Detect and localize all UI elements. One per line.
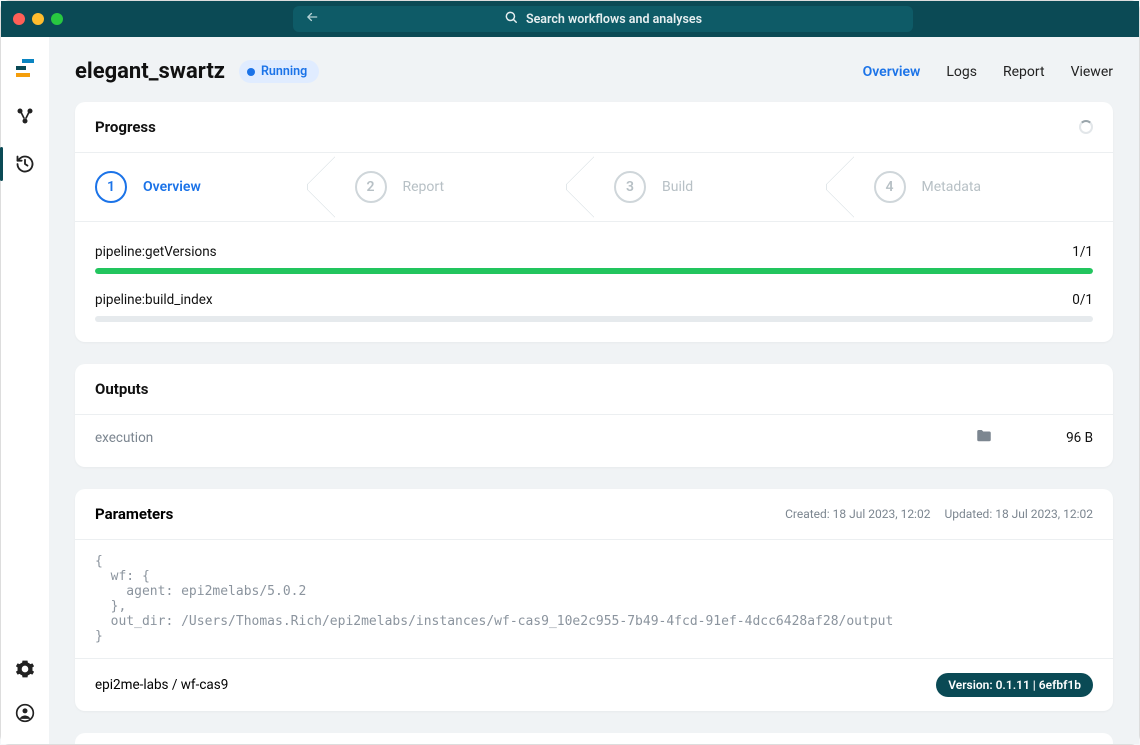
step-build[interactable]: 3 Build — [594, 153, 854, 221]
progress-bar — [95, 268, 1093, 274]
step-overview[interactable]: 1 Overview — [75, 153, 335, 221]
search-placeholder: Search workflows and analyses — [526, 12, 702, 27]
step-number: 1 — [95, 171, 127, 203]
close-window-button[interactable] — [13, 13, 25, 25]
output-row[interactable]: execution 96 B — [95, 427, 1093, 449]
parameters-updated: Updated: 18 Jul 2023, 12:02 — [944, 507, 1093, 521]
progress-bar — [95, 316, 1093, 322]
step-number: 3 — [614, 171, 646, 203]
step-label: Report — [403, 179, 445, 195]
version-badge: Version: 0.1.11 | 6efbf1b — [936, 673, 1093, 697]
user-icon — [15, 703, 35, 723]
sidebar-item-history[interactable] — [14, 153, 36, 175]
page-title: elegant_swartz — [75, 59, 225, 84]
progress-row: pipeline:build_index 0/1 — [95, 292, 1093, 322]
step-label: Build — [662, 179, 693, 195]
page-header: elegant_swartz Running Overview Logs Rep… — [75, 59, 1113, 84]
gear-icon — [15, 659, 35, 679]
sidebar — [1, 37, 49, 744]
parameters-card: Parameters Created: 18 Jul 2023, 12:02 U… — [75, 489, 1113, 711]
network-icon — [15, 106, 35, 126]
task-count: 0/1 — [1072, 292, 1093, 308]
sidebar-item-account[interactable] — [14, 702, 36, 724]
maximize-window-button[interactable] — [51, 13, 63, 25]
step-report[interactable]: 2 Report — [335, 153, 595, 221]
output-size: 96 B — [1033, 430, 1093, 446]
minimize-window-button[interactable] — [32, 13, 44, 25]
step-label: Metadata — [922, 179, 982, 195]
page-tabs: Overview Logs Report Viewer — [863, 64, 1113, 80]
stop-analysis-card[interactable]: Stop analysis — [75, 733, 1113, 744]
step-number: 4 — [874, 171, 906, 203]
progress-row: pipeline:getVersions 1/1 — [95, 244, 1093, 274]
parameters-repo: epi2me-labs / wf-cas9 — [95, 677, 228, 693]
progress-heading: Progress — [95, 118, 156, 136]
folder-icon — [975, 427, 993, 449]
status-badge: Running — [239, 60, 319, 83]
main-scroll-area[interactable]: elegant_swartz Running Overview Logs Rep… — [49, 37, 1139, 744]
sidebar-item-settings[interactable] — [14, 658, 36, 680]
step-metadata[interactable]: 4 Metadata — [854, 153, 1114, 221]
outputs-card: Outputs execution 96 B — [75, 364, 1113, 467]
search-box[interactable]: Search workflows and analyses — [293, 6, 913, 32]
window-controls — [13, 13, 63, 25]
search-icon — [504, 10, 518, 28]
logo-icon — [16, 59, 34, 77]
parameters-heading: Parameters — [95, 505, 173, 523]
tab-overview[interactable]: Overview — [863, 64, 921, 80]
tab-viewer[interactable]: Viewer — [1071, 64, 1113, 80]
history-icon — [15, 154, 35, 174]
progress-tasks: pipeline:getVersions 1/1 pipeline:build_… — [75, 222, 1113, 342]
task-name: pipeline:build_index — [95, 292, 213, 308]
logo[interactable] — [14, 57, 36, 79]
step-label: Overview — [143, 179, 201, 195]
progress-card: Progress 1 Overview 2 Report 3 Build 4 — [75, 102, 1113, 342]
spinner-icon — [1079, 120, 1093, 134]
sidebar-item-workflows[interactable] — [14, 105, 36, 127]
tab-logs[interactable]: Logs — [946, 64, 977, 80]
task-count: 1/1 — [1072, 244, 1093, 260]
titlebar: Search workflows and analyses — [1, 1, 1139, 37]
task-name: pipeline:getVersions — [95, 244, 217, 260]
output-name: execution — [95, 430, 975, 446]
back-icon[interactable] — [305, 10, 319, 28]
parameters-code: { wf: { agent: epi2melabs/5.0.2 }, out_d… — [75, 539, 1113, 658]
step-number: 2 — [355, 171, 387, 203]
outputs-heading: Outputs — [95, 380, 148, 398]
parameters-created: Created: 18 Jul 2023, 12:02 — [785, 507, 930, 521]
tab-report[interactable]: Report — [1003, 64, 1045, 80]
progress-stepper: 1 Overview 2 Report 3 Build 4 Metadata — [75, 152, 1113, 222]
